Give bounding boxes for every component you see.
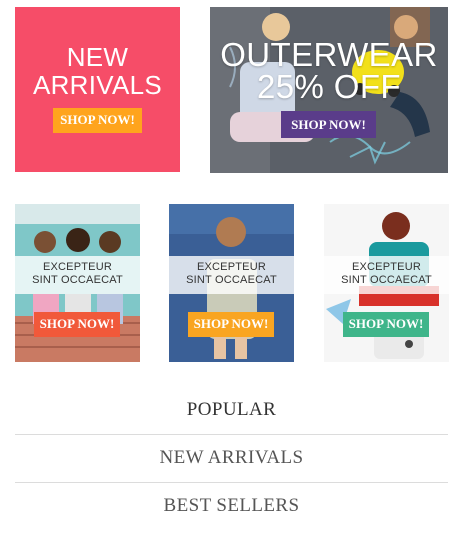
menu-divider [15,482,448,483]
card-2-shop-now-button[interactable]: SHOP NOW! [188,312,274,337]
menu-item-new-arrivals[interactable]: NEW ARRIVALS [15,447,448,469]
new-arrivals-title: NEW ARRIVALS [32,42,163,100]
outerwear-banner[interactable]: OUTERWEAR 25% OFF SHOP NOW! [210,7,448,173]
outerwear-shop-now-button[interactable]: SHOP NOW! [281,111,376,138]
card-1-shop-now-button[interactable]: SHOP NOW! [34,312,120,337]
card-3-shop-now-button[interactable]: SHOP NOW! [343,312,429,337]
menu-item-best-sellers[interactable]: BEST SELLERS [15,495,448,517]
new-arrivals-banner[interactable]: NEW ARRIVALS SHOP NOW! [15,7,180,172]
card-caption-line2: SINT OCCAECAT [186,274,277,286]
new-arrivals-shop-now-button[interactable]: SHOP NOW! [53,108,142,133]
promo-card-2[interactable]: EXCEPTEUR SINT OCCAECAT SHOP NOW! [169,204,294,362]
menu-item-popular[interactable]: POPULAR [15,399,448,421]
card-caption-line2: SINT OCCAECAT [32,274,123,286]
promo-card-1[interactable]: EXCEPTEUR SINT OCCAECAT SHOP NOW! [15,204,140,362]
card-caption-line2: SINT OCCAECAT [341,274,432,286]
card-caption-line1: EXCEPTEUR [42,261,113,273]
card-caption-line1: EXCEPTEUR [196,261,267,273]
promo-card-3[interactable]: EXCEPTEUR SINT OCCAECAT SHOP NOW! [324,204,449,362]
outerwear-title: OUTERWEAR 25% OFF [220,36,438,105]
menu-divider [15,434,448,435]
card-caption-line1: EXCEPTEUR [351,261,422,273]
